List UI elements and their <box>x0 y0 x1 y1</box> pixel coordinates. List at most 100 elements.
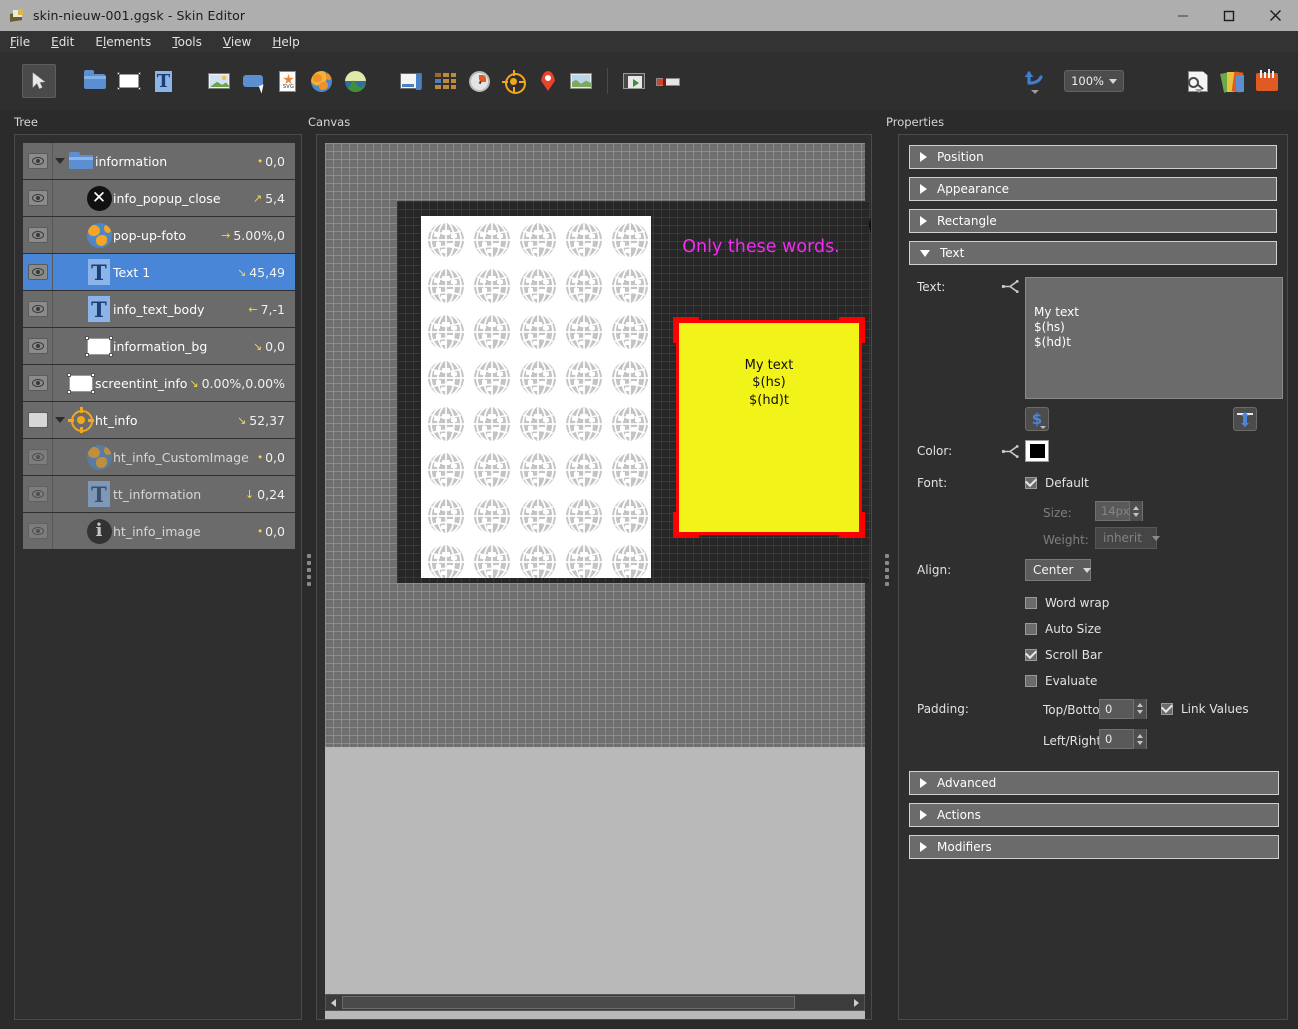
visibility-toggle[interactable] <box>23 513 53 549</box>
font-weight-select[interactable]: inherit <box>1095 527 1160 549</box>
auto-size-checkbox-row[interactable]: Auto Size <box>1025 616 1101 641</box>
add-slider-button[interactable] <box>651 64 685 98</box>
link-values-checkbox-row[interactable]: Link Values <box>1161 696 1249 721</box>
add-video-button[interactable] <box>617 64 651 98</box>
font-size-stepper[interactable] <box>1129 501 1142 521</box>
section-position[interactable]: Position <box>909 145 1277 169</box>
tree-row[interactable]: information_bg ↘ 0,0 <box>23 328 295 364</box>
add-rectangle-button[interactable] <box>112 64 146 98</box>
add-map-pin-button[interactable] <box>530 64 564 98</box>
padding-left-right-input[interactable]: 0 <box>1099 729 1147 749</box>
add-globe-button[interactable] <box>304 64 338 98</box>
section-appearance[interactable]: Appearance <box>909 177 1277 201</box>
add-folder-button[interactable] <box>78 64 112 98</box>
tree-row[interactable]: information ⬩ 0,0 <box>23 143 295 179</box>
tree-row[interactable]: ✕ info_popup_close ↗ 5,4 <box>23 180 295 216</box>
tree-expand-toggle[interactable] <box>53 158 67 164</box>
word-wrap-checkbox-row[interactable]: Word wrap <box>1025 590 1109 615</box>
add-button-button[interactable] <box>236 64 270 98</box>
add-image-button[interactable] <box>202 64 236 98</box>
handle-left-bottom[interactable] <box>673 512 678 538</box>
visibility-toggle[interactable] <box>23 328 53 364</box>
expand-textarea-button[interactable] <box>1233 407 1257 431</box>
auto-size-checkbox[interactable] <box>1025 622 1037 635</box>
padding-left-right-stepper[interactable] <box>1133 729 1146 749</box>
tree-expand-toggle[interactable] <box>53 417 67 423</box>
maximize-button[interactable] <box>1206 0 1252 31</box>
menu-view[interactable]: View <box>223 33 261 51</box>
font-default-checkbox-row[interactable]: Default <box>1025 470 1089 495</box>
handle-right-top[interactable] <box>860 317 865 343</box>
visibility-toggle[interactable] <box>23 217 53 253</box>
menu-edit[interactable]: Edit <box>51 33 84 51</box>
select-tool-button[interactable] <box>22 64 56 98</box>
tree-row[interactable]: screentint_info ↘ 0.00%,0.00% <box>23 365 295 401</box>
section-text[interactable]: Text <box>909 241 1277 265</box>
align-select[interactable]: Center <box>1025 559 1092 581</box>
tree-row[interactable]: Tinfo_text_body ← 7,-1 <box>23 291 295 327</box>
add-window-button[interactable] <box>394 64 428 98</box>
tree-row[interactable]: pop-up-foto → 5.00%,0 <box>23 217 295 253</box>
visibility-toggle[interactable] <box>23 439 53 475</box>
tree-row[interactable]: i ht_info_image ⬩ 0,0 <box>23 513 295 549</box>
menu-elements[interactable]: Elements <box>95 33 161 51</box>
word-wrap-checkbox[interactable] <box>1025 596 1037 609</box>
close-button[interactable] <box>1252 0 1298 31</box>
text-link-icon[interactable] <box>995 277 1025 294</box>
evaluate-checkbox[interactable] <box>1025 674 1037 687</box>
menu-file[interactable]: File <box>10 33 40 51</box>
add-hotspot-button[interactable] <box>496 64 530 98</box>
scroll-thumb[interactable] <box>342 996 795 1009</box>
visibility-toggle[interactable] <box>23 291 53 327</box>
canvas-headline-text[interactable]: Only these words. <box>645 237 871 257</box>
selected-text-element[interactable]: My text $(hs) $(hd)t <box>676 320 862 535</box>
scroll-left-button[interactable] <box>326 995 341 1010</box>
padding-top-bottom-stepper[interactable] <box>1133 698 1146 719</box>
section-modifiers[interactable]: Modifiers <box>909 835 1279 859</box>
tree-row[interactable]: ht_info ↘ 52,37 <box>23 402 295 438</box>
skin-frame[interactable]: Only these words. My text $(hs) $(hd)t <box>397 201 871 583</box>
visibility-toggle[interactable] <box>23 365 53 401</box>
add-text-button[interactable]: T <box>146 64 180 98</box>
handle-right-bottom[interactable] <box>860 512 865 538</box>
section-actions[interactable]: Actions <box>909 803 1279 827</box>
padding-top-bottom-input[interactable]: 0 <box>1099 698 1147 719</box>
scroll-right-button[interactable] <box>849 995 864 1010</box>
add-compass-button[interactable] <box>462 64 496 98</box>
undo-button[interactable] <box>1018 64 1052 98</box>
visibility-toggle[interactable] <box>23 254 53 290</box>
tree-canvas-splitter[interactable] <box>302 545 316 595</box>
add-thumbnail-grid-button[interactable] <box>428 64 462 98</box>
text-value-textarea[interactable]: My text $(hs) $(hd)t <box>1025 277 1283 399</box>
menu-help[interactable]: Help <box>272 33 309 51</box>
link-values-checkbox[interactable] <box>1161 702 1173 715</box>
scroll-bar-checkbox-row[interactable]: Scroll Bar <box>1025 642 1102 667</box>
section-rectangle[interactable]: Rectangle <box>909 209 1277 233</box>
tree-row[interactable]: T Text 1 ↘ 45,49 <box>23 254 295 290</box>
visibility-toggle[interactable] <box>23 180 53 216</box>
font-default-checkbox[interactable] <box>1025 476 1037 489</box>
canvas-properties-splitter[interactable] <box>880 545 894 595</box>
insert-variable-button[interactable]: $ <box>1025 407 1049 431</box>
add-geo-button[interactable] <box>338 64 372 98</box>
canvas-horizontal-scrollbar[interactable] <box>325 994 865 1011</box>
add-map-button[interactable] <box>564 64 598 98</box>
preview-button[interactable] <box>1182 64 1216 98</box>
minimize-button[interactable] <box>1160 0 1206 31</box>
menu-tools[interactable]: Tools <box>172 33 212 51</box>
evaluate-checkbox-row[interactable]: Evaluate <box>1025 668 1097 693</box>
text-color-swatch[interactable] <box>1025 440 1049 462</box>
section-advanced[interactable]: Advanced <box>909 771 1279 795</box>
scroll-bar-checkbox[interactable] <box>1025 648 1037 661</box>
color-palette-button[interactable] <box>1216 64 1250 98</box>
add-svg-button[interactable]: SVG <box>270 64 304 98</box>
zoom-level-combobox[interactable]: 100% <box>1064 70 1124 92</box>
handle-left-top[interactable] <box>673 317 678 343</box>
visibility-toggle[interactable] <box>23 143 53 179</box>
canvas-viewport[interactable]: Only these words. My text $(hs) $(hd)t <box>325 143 871 747</box>
font-size-input[interactable]: 14px <box>1095 501 1143 521</box>
popup-close-blob[interactable] <box>869 211 871 239</box>
visibility-toggle[interactable] <box>23 402 53 438</box>
tree-row[interactable]: ht_info_CustomImage ⬩ 0,0 <box>23 439 295 475</box>
color-link-icon[interactable] <box>995 444 1025 459</box>
